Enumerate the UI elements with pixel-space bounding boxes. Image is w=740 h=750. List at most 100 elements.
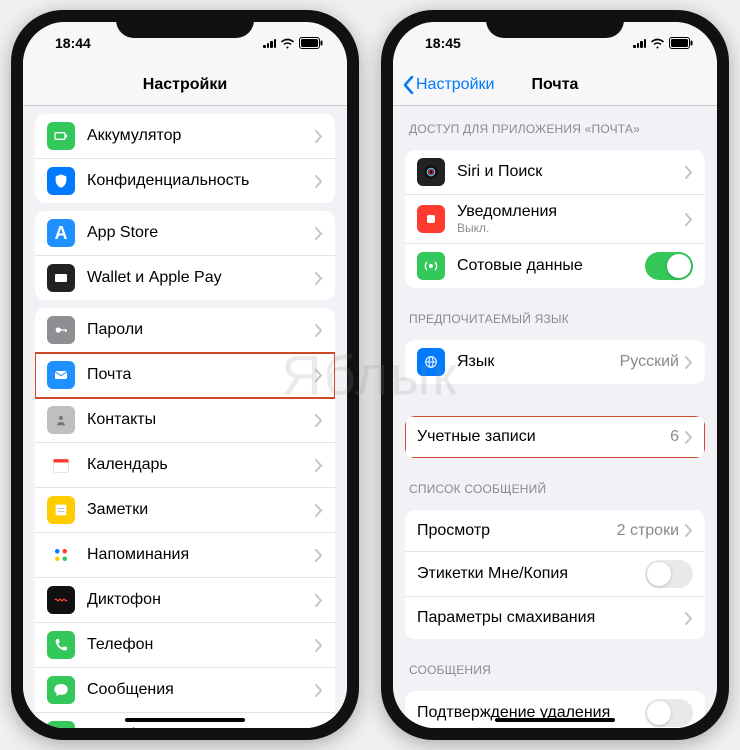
settings-list[interactable]: Аккумулятор Конфиденциальность A App Store W… xyxy=(23,106,347,728)
settings-row[interactable]: ЯзыкРусский xyxy=(405,340,705,384)
facetime-icon xyxy=(47,721,75,728)
home-indicator[interactable] xyxy=(495,718,615,722)
row-value: Русский xyxy=(620,353,679,371)
chevron-right-icon xyxy=(685,356,693,369)
phone-right: 18:45 Настройки Почта ДОСТУП ДЛЯ ПРИЛОЖЕ… xyxy=(381,10,729,740)
row-label: Wallet и Apple Pay xyxy=(87,269,315,287)
settings-row[interactable]: Wallet и Apple Pay xyxy=(35,256,335,300)
notifications-icon xyxy=(417,205,445,233)
row-label: Этикетки Мне/Копия xyxy=(417,565,645,583)
settings-row[interactable]: A App Store xyxy=(35,211,335,256)
settings-row[interactable]: Siri и Поиск xyxy=(405,150,705,195)
cellular-icon xyxy=(417,252,445,280)
row-label: Параметры смахивания xyxy=(417,609,685,627)
row-label: УведомленияВыкл. xyxy=(457,203,685,235)
settings-row[interactable]: Параметры смахивания xyxy=(405,597,705,639)
wifi-icon xyxy=(650,38,665,49)
section-header: СПИСОК СООБЩЕНИЙ xyxy=(393,466,717,502)
cellular-signal-icon xyxy=(263,38,276,48)
row-label: Аккумулятор xyxy=(87,127,315,145)
settings-row[interactable]: Заметки xyxy=(35,488,335,533)
chevron-right-icon xyxy=(315,594,323,607)
settings-row[interactable]: Телефон xyxy=(35,623,335,668)
settings-row[interactable]: Сотовые данные xyxy=(405,244,705,288)
back-label: Настройки xyxy=(416,76,494,94)
row-label: Контакты xyxy=(87,411,315,429)
appstore-icon: A xyxy=(47,219,75,247)
settings-row[interactable]: Напоминания xyxy=(35,533,335,578)
chevron-right-icon xyxy=(315,639,323,652)
page-title: Настройки xyxy=(143,76,227,94)
row-label: Язык xyxy=(457,353,620,371)
settings-row[interactable]: Учетные записи6 xyxy=(405,416,705,458)
row-label: Диктофон xyxy=(87,591,315,609)
chevron-right-icon xyxy=(315,227,323,240)
chevron-right-icon xyxy=(315,549,323,562)
chevron-right-icon xyxy=(315,130,323,143)
settings-row[interactable]: Сообщения xyxy=(35,668,335,713)
settings-row[interactable]: Пароли xyxy=(35,308,335,353)
chevron-right-icon xyxy=(315,459,323,472)
status-indicators xyxy=(263,37,323,49)
status-indicators xyxy=(633,37,693,49)
row-label: Siri и Поиск xyxy=(457,163,685,181)
settings-row[interactable]: Контакты xyxy=(35,398,335,443)
settings-row[interactable]: УведомленияВыкл. xyxy=(405,195,705,244)
settings-row[interactable]: Подтверждение удаления xyxy=(405,691,705,728)
page-title: Почта xyxy=(532,76,579,94)
row-value: 2 строки xyxy=(617,522,679,540)
wifi-icon xyxy=(280,38,295,49)
notch xyxy=(116,10,254,38)
notes-icon xyxy=(47,496,75,524)
chevron-right-icon xyxy=(315,175,323,188)
row-label: Учетные записи xyxy=(417,428,670,446)
nav-header: Настройки xyxy=(23,64,347,106)
section-header: СООБЩЕНИЯ xyxy=(393,647,717,683)
settings-row[interactable]: Этикетки Мне/Копия xyxy=(405,552,705,597)
settings-row[interactable]: Календарь xyxy=(35,443,335,488)
back-button[interactable]: Настройки xyxy=(403,76,494,94)
chevron-right-icon xyxy=(685,431,693,444)
chevron-right-icon xyxy=(685,612,693,625)
mail-icon xyxy=(47,361,75,389)
cellular-signal-icon xyxy=(633,38,646,48)
screen-right: 18:45 Настройки Почта ДОСТУП ДЛЯ ПРИЛОЖЕ… xyxy=(393,22,717,728)
settings-row[interactable]: Аккумулятор xyxy=(35,114,335,159)
phone-left: 18:44 Настройки Аккумулятор Конфиденциаль… xyxy=(11,10,359,740)
row-label: Конфиденциальность xyxy=(87,172,315,190)
toggle-switch[interactable] xyxy=(645,252,693,280)
row-label: Напоминания xyxy=(87,546,315,564)
screen-left: 18:44 Настройки Аккумулятор Конфиденциаль… xyxy=(23,22,347,728)
key-icon xyxy=(47,316,75,344)
battery-icon xyxy=(669,37,693,49)
chevron-right-icon xyxy=(315,414,323,427)
section-header: ДОСТУП ДЛЯ ПРИЛОЖЕНИЯ «ПОЧТА» xyxy=(393,106,717,142)
row-value: 6 xyxy=(670,428,679,446)
calendar-icon xyxy=(47,451,75,479)
privacy-icon xyxy=(47,167,75,195)
settings-row[interactable]: Почта xyxy=(35,353,335,398)
chevron-right-icon xyxy=(315,272,323,285)
row-label: Заметки xyxy=(87,501,315,519)
messages-icon xyxy=(47,676,75,704)
settings-row[interactable]: Просмотр2 строки xyxy=(405,510,705,552)
row-label: Телефон xyxy=(87,636,315,654)
home-indicator[interactable] xyxy=(125,718,245,722)
phone-icon xyxy=(47,631,75,659)
reminders-icon xyxy=(47,541,75,569)
toggle-switch[interactable] xyxy=(645,699,693,727)
section-header: ПРЕДПОЧИТАЕМЫЙ ЯЗЫК xyxy=(393,296,717,332)
contacts-icon xyxy=(47,406,75,434)
status-time: 18:44 xyxy=(47,35,91,51)
chevron-right-icon xyxy=(685,524,693,537)
toggle-switch[interactable] xyxy=(645,560,693,588)
voice-memos-icon xyxy=(47,586,75,614)
row-label: FaceTime xyxy=(87,726,315,728)
chevron-right-icon xyxy=(315,324,323,337)
chevron-right-icon xyxy=(685,166,693,179)
mail-settings-list[interactable]: ДОСТУП ДЛЯ ПРИЛОЖЕНИЯ «ПОЧТА» Siri и Поис… xyxy=(393,106,717,728)
settings-row[interactable]: Конфиденциальность xyxy=(35,159,335,203)
settings-row[interactable]: Диктофон xyxy=(35,578,335,623)
row-label: App Store xyxy=(87,224,315,242)
nav-header: Настройки Почта xyxy=(393,64,717,106)
